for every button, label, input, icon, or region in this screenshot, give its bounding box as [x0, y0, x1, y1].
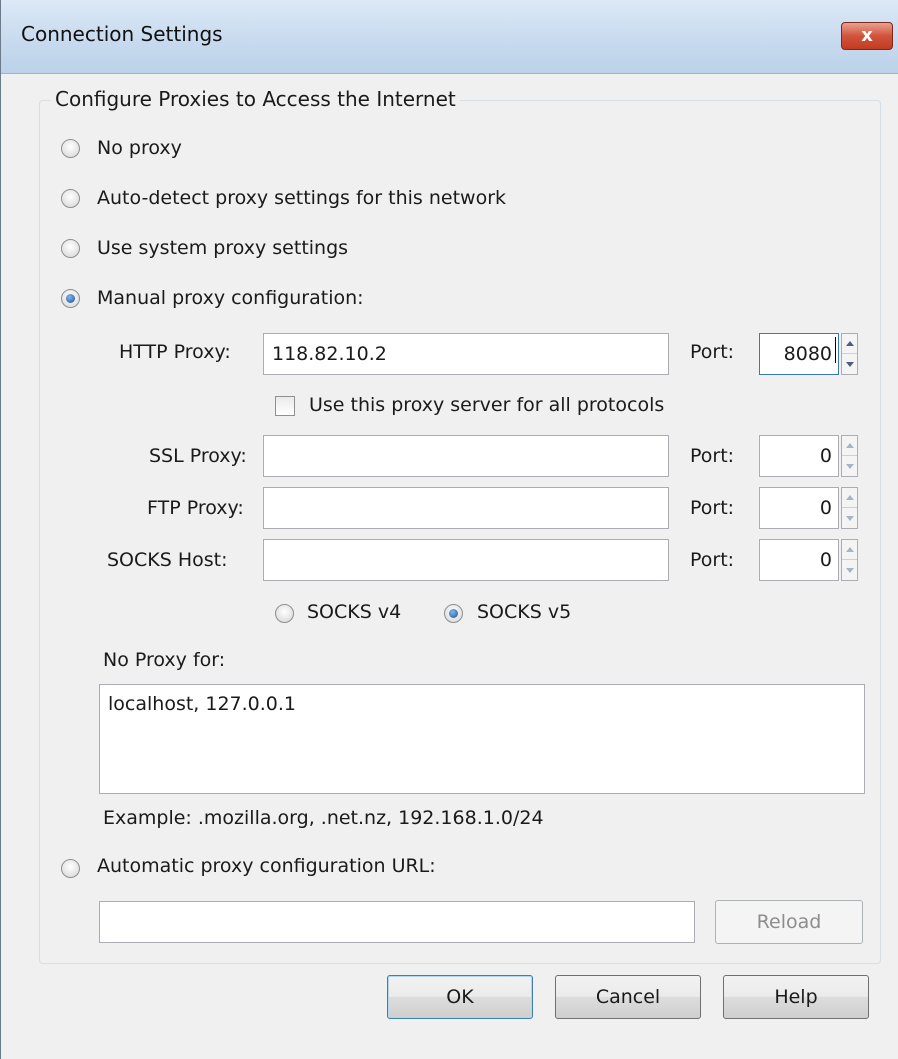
ssl-proxy-input[interactable]: [263, 435, 669, 477]
window-title: Connection Settings: [21, 22, 223, 46]
auto-detect-radio[interactable]: [61, 189, 80, 208]
socks-v5-label[interactable]: SOCKS v5: [477, 601, 571, 623]
help-button[interactable]: Help: [723, 975, 869, 1019]
spin-up-icon[interactable]: [842, 488, 857, 508]
ftp-port-stepper[interactable]: [841, 487, 858, 529]
socks-port-stepper[interactable]: [841, 539, 858, 581]
spin-up-icon[interactable]: [842, 334, 857, 354]
socks-port-input[interactable]: 0: [759, 539, 839, 581]
spin-up-icon[interactable]: [842, 540, 857, 560]
ssl-port-label: Port:: [690, 445, 735, 467]
proxy-group-box: [39, 100, 881, 964]
spin-down-icon[interactable]: [842, 560, 857, 580]
http-port-input[interactable]: 8080: [759, 333, 839, 375]
connection-settings-dialog: Connection Settings x Configure Proxies …: [0, 0, 898, 1059]
ssl-proxy-label: SSL Proxy:: [149, 445, 247, 467]
system-proxy-label[interactable]: Use system proxy settings: [97, 237, 348, 259]
ftp-port-input[interactable]: 0: [759, 487, 839, 529]
title-bar: Connection Settings x: [1, 0, 898, 74]
ftp-proxy-input[interactable]: [263, 487, 669, 529]
http-port-label: Port:: [690, 341, 735, 363]
ftp-proxy-label: FTP Proxy:: [147, 497, 244, 519]
reload-button[interactable]: Reload: [715, 900, 863, 944]
socks-v4-label[interactable]: SOCKS v4: [307, 601, 401, 623]
auto-config-url-input[interactable]: [99, 901, 695, 943]
auto-detect-label[interactable]: Auto-detect proxy settings for this netw…: [97, 187, 506, 209]
spin-down-icon[interactable]: [842, 456, 857, 476]
spin-up-icon[interactable]: [842, 436, 857, 456]
no-proxy-label[interactable]: No proxy: [97, 137, 182, 159]
use-all-protocols-checkbox[interactable]: [275, 396, 295, 416]
no-proxy-example: Example: .mozilla.org, .net.nz, 192.168.…: [103, 807, 544, 829]
no-proxy-for-textarea[interactable]: localhost, 127.0.0.1: [99, 684, 865, 794]
http-port-stepper[interactable]: [841, 333, 858, 375]
ssl-port-input[interactable]: 0: [759, 435, 839, 477]
text-cursor: [835, 337, 836, 363]
spin-down-icon[interactable]: [842, 354, 857, 374]
socks-host-label: SOCKS Host:: [107, 549, 228, 571]
socks-port-label: Port:: [690, 549, 735, 571]
close-button[interactable]: x: [841, 22, 893, 50]
ftp-port-label: Port:: [690, 497, 735, 519]
ok-button[interactable]: OK: [387, 975, 533, 1019]
spin-down-icon[interactable]: [842, 508, 857, 528]
http-proxy-input[interactable]: 118.82.10.2: [263, 333, 669, 375]
no-proxy-for-label: No Proxy for:: [103, 649, 226, 671]
use-all-protocols-label[interactable]: Use this proxy server for all protocols: [309, 394, 664, 416]
socks-v5-radio[interactable]: [444, 604, 463, 623]
no-proxy-radio[interactable]: [61, 139, 80, 158]
dialog-body: Configure Proxies to Access the Internet…: [1, 75, 898, 1059]
socks-v4-radio[interactable]: [275, 604, 294, 623]
manual-proxy-label[interactable]: Manual proxy configuration:: [97, 287, 364, 309]
http-proxy-label: HTTP Proxy:: [119, 341, 231, 363]
auto-config-url-label[interactable]: Automatic proxy configuration URL:: [97, 855, 436, 877]
auto-config-url-radio[interactable]: [61, 859, 80, 878]
ssl-port-stepper[interactable]: [841, 435, 858, 477]
system-proxy-radio[interactable]: [61, 239, 80, 258]
cancel-button[interactable]: Cancel: [555, 975, 701, 1019]
group-legend: Configure Proxies to Access the Internet: [51, 87, 460, 111]
manual-proxy-radio[interactable]: [61, 289, 80, 308]
socks-host-input[interactable]: [263, 539, 669, 581]
